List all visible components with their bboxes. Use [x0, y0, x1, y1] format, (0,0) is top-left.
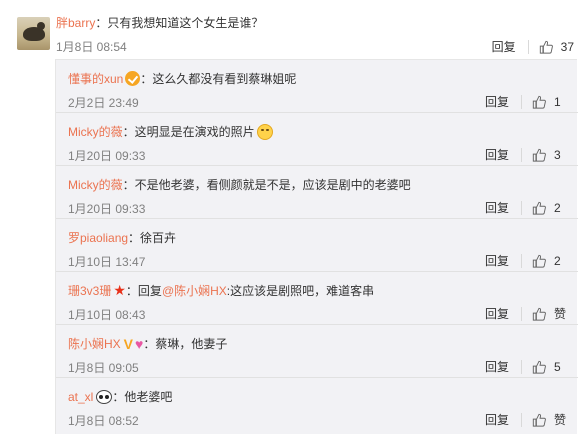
comment-text: 胖barry：只有我想知道这个女生是谁？ [56, 14, 263, 31]
comment-body: ：只有我想知道这个女生是谁？ [95, 16, 264, 30]
reply-actions: 回复 3 [485, 146, 566, 163]
list-item: at_xl ：他老婆吧 1月8日 08:52 回复 赞 [56, 378, 578, 431]
divider [527, 39, 529, 54]
reply-body: ：徐百卉 [128, 231, 177, 245]
like-count: 37 [560, 39, 574, 54]
like-count: 5 [554, 359, 561, 374]
like-count: 1 [554, 94, 561, 109]
divider [521, 359, 522, 374]
reply-body: ：这明显是在演戏的照片 [122, 125, 255, 139]
thumbs-up-icon[interactable] [532, 413, 546, 427]
reply-body: ：不是他老婆，看侧颜就是不是，应该是剧中的老婆吧 [122, 178, 411, 192]
reply-list: 懂事的xun ：这么久都没有看到蔡琳姐呢 2月2日 23:49 回复 1 Mic… [55, 59, 578, 434]
reply-text: Micky的薇 ：这明显是在演戏的照片 [68, 123, 275, 140]
thumbs-up-icon[interactable] [539, 40, 553, 54]
like-label[interactable]: 赞 [554, 411, 566, 428]
timestamp: 1月8日 09:05 [68, 361, 139, 375]
timestamp: 2月2日 23:49 [68, 96, 139, 110]
timestamp: 1月20日 09:33 [68, 149, 146, 163]
panda-emoji-icon [96, 389, 113, 404]
reply-button[interactable]: 回复 [485, 146, 509, 163]
reply-actions: 回复 2 [485, 252, 566, 269]
reply-body: ：这么久都没有看到蔡琳姐呢 [140, 72, 297, 86]
list-item: Micky的薇 ：这明显是在演戏的照片 1月20日 09:33 回复 3 [56, 113, 578, 166]
list-item: 珊3v3珊 ★ ：回复 @陈小娴HX :这应该是剧照吧，难道客串 1月10日 0… [56, 272, 578, 325]
vip-badge-icon [125, 71, 141, 86]
thumbs-up-icon[interactable] [532, 360, 546, 374]
divider [520, 412, 522, 427]
thumbs-up-icon[interactable] [532, 148, 546, 162]
thumbs-up-icon[interactable] [532, 307, 546, 321]
list-item: 陈小娴HX V ♥ ：蔡琳，他妻子 1月8日 09:05 回复 5 [56, 325, 578, 378]
thumbs-up-icon[interactable] [532, 95, 546, 109]
reply-button[interactable]: 回复 [492, 38, 516, 55]
reply-text: 懂事的xun ：这么久都没有看到蔡琳姐呢 [68, 70, 296, 87]
comment-actions: 回复 37 [492, 38, 574, 55]
list-item: 懂事的xun ：这么久都没有看到蔡琳姐呢 2月2日 23:49 回复 1 [56, 60, 578, 113]
timestamp: 1月10日 08:43 [68, 308, 146, 322]
reply-actions: 回复 赞 [485, 305, 566, 322]
list-item: Micky的薇 ：不是他老婆，看侧颜就是不是，应该是剧中的老婆吧 1月20日 0… [56, 166, 578, 219]
username-link[interactable]: Micky的薇 [68, 123, 123, 140]
reply-actions: 回复 赞 [485, 411, 566, 428]
timestamp: 1月20日 09:33 [68, 202, 146, 216]
timestamp: 1月8日 08:54 [56, 40, 127, 54]
like-count: 3 [554, 147, 561, 162]
smile-emoji-icon [256, 123, 273, 140]
reply-text: 罗piaoliang ：徐百卉 [68, 229, 176, 246]
username-link[interactable]: 懂事的xun [68, 70, 123, 87]
username-link[interactable]: at_xl [68, 390, 93, 404]
timestamp: 1月10日 13:47 [68, 255, 146, 269]
username-link[interactable]: 陈小娴HX [68, 335, 121, 352]
like-count: 2 [554, 253, 561, 268]
reply-button[interactable]: 回复 [485, 358, 509, 375]
reply-prefix: ：回复 [125, 284, 162, 298]
reply-actions: 回复 1 [485, 93, 566, 110]
reply-text: 陈小娴HX V ♥ ：蔡琳，他妻子 [68, 335, 227, 352]
timestamp: 1月8日 08:52 [68, 414, 139, 428]
reply-button[interactable]: 回复 [485, 199, 509, 216]
thumbs-up-icon[interactable] [532, 201, 546, 215]
username-link[interactable]: 胖barry [56, 16, 95, 30]
divider [521, 200, 522, 215]
list-item: 罗piaoliang ：徐百卉 1月10日 13:47 回复 2 [56, 219, 578, 272]
main-comment: 胖barry：只有我想知道这个女生是谁？ 1月8日 08:54 回复 37 [0, 0, 584, 58]
reply-actions: 回复 5 [485, 358, 566, 375]
divider [521, 147, 522, 162]
star-badge-icon: ★ [113, 282, 126, 298]
reply-button[interactable]: 回复 [485, 252, 509, 269]
v-badge-icon: V [123, 335, 134, 352]
reply-body: ：他老婆吧 [112, 390, 173, 404]
reply-button[interactable]: 回复 [485, 93, 509, 110]
username-link[interactable]: 珊3v3珊 [68, 282, 111, 299]
username-link[interactable]: 罗piaoliang [68, 229, 128, 246]
avatar[interactable] [17, 17, 50, 50]
reply-button[interactable]: 回复 [485, 305, 509, 322]
reply-text: Micky的薇 ：不是他老婆，看侧颜就是不是，应该是剧中的老婆吧 [68, 176, 411, 193]
like-count: 2 [554, 200, 561, 215]
reply-button[interactable]: 回复 [485, 411, 509, 428]
reply-body: :这应该是剧照吧，难道客串 [226, 284, 375, 298]
reply-text: 珊3v3珊 ★ ：回复 @陈小娴HX :这应该是剧照吧，难道客串 [68, 282, 374, 299]
reply-text: at_xl ：他老婆吧 [68, 388, 172, 405]
divider [521, 253, 522, 268]
username-link[interactable]: Micky的薇 [68, 176, 123, 193]
like-label[interactable]: 赞 [554, 305, 566, 322]
reply-body: ：蔡琳，他妻子 [143, 337, 228, 351]
heart-badge-icon: ♥ [135, 335, 144, 352]
divider [521, 94, 522, 109]
thumbs-up-icon[interactable] [532, 254, 546, 268]
reply-actions: 回复 2 [485, 199, 566, 216]
mention-link[interactable]: @陈小娴HX [162, 282, 227, 299]
divider [520, 306, 522, 321]
